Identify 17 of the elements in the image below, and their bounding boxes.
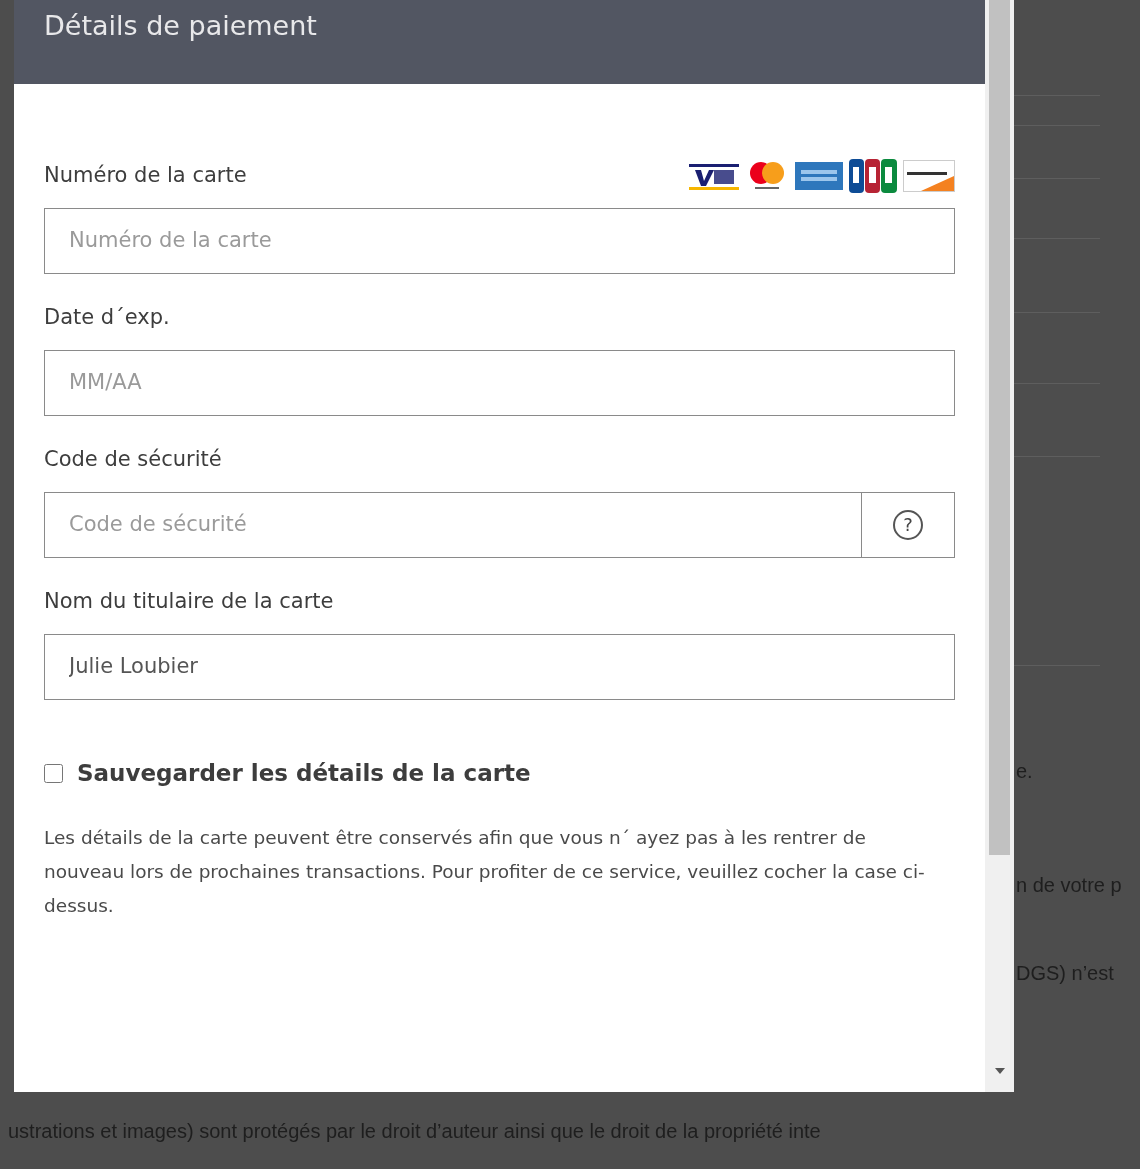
card-logo-icon bbox=[903, 160, 955, 192]
field-label: Numéro de la carte bbox=[44, 162, 247, 190]
help-button[interactable]: ? bbox=[862, 492, 955, 558]
input-field[interactable]: MM/AA bbox=[44, 350, 955, 416]
info-text: Les détails de la carte peuvent être conservés afin que vous n´ ayez pas à les rentrer de nouveau lors de prochaines transactions. Pour profiter de ce service, veuillez cocher la case ci-dessus. bbox=[44, 825, 926, 918]
card-logo-icon bbox=[849, 159, 897, 193]
dialog-title: Détails de paiement bbox=[44, 9, 317, 43]
card-logo-icon bbox=[795, 160, 843, 192]
input-field[interactable]: Numéro de la carte bbox=[44, 208, 955, 274]
field-label: Code de sécurité bbox=[44, 446, 222, 474]
checkbox-label: Sauvegarder les détails de la carte bbox=[77, 759, 531, 788]
field-label: Date d´exp. bbox=[44, 304, 170, 332]
scrollbar-thumb[interactable] bbox=[989, 0, 1010, 855]
input-field[interactable]: Code de sécurité bbox=[44, 492, 862, 558]
field-label: Nom du titulaire de la carte bbox=[44, 588, 334, 616]
save-card-checkbox[interactable] bbox=[44, 763, 63, 783]
scroll-down-arrow-icon[interactable] bbox=[995, 1068, 1005, 1074]
